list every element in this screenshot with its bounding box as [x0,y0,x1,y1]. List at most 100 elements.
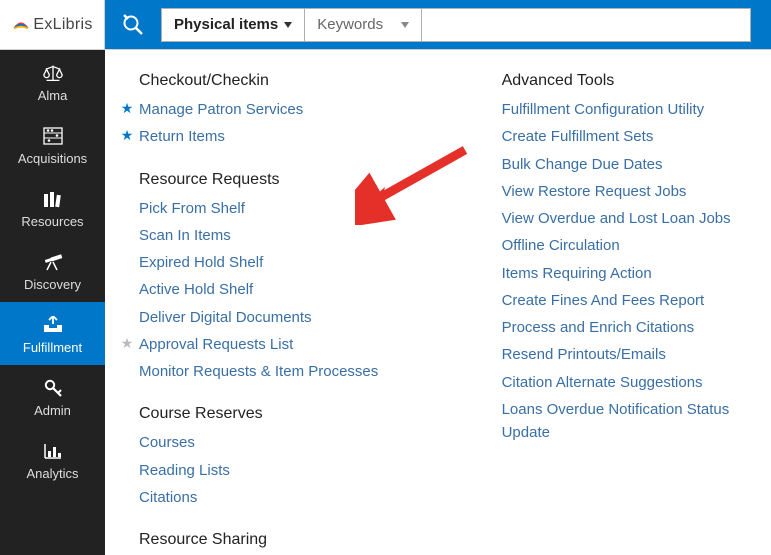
link-reading-lists[interactable]: Reading Lists [139,459,230,482]
list-item: Create Fines And Fees Report [502,287,747,314]
list-item: View Overdue and Lost Loan Jobs [502,205,747,232]
list-item: Create Fulfillment Sets [502,123,747,150]
link-pick-from-shelf[interactable]: Pick From Shelf [139,197,245,220]
list-item: Pick From Shelf [139,195,432,222]
caret-down-icon [284,22,292,28]
link-manage-patron-services[interactable]: Manage Patron Services [139,98,303,121]
main-area: Alma Acquisitions Resources Discovery Fu… [0,50,771,555]
requests-links: Pick From Shelf Scan In Items Expired Ho… [139,195,432,386]
search-toolbar: Physical items Keywords [105,0,771,49]
menu-column-right: Advanced Tools Fulfillment Configuration… [502,70,747,555]
link-create-fulfillment-sets[interactable]: Create Fulfillment Sets [502,125,654,148]
link-monitor-requests[interactable]: Monitor Requests & Item Processes [139,360,378,383]
list-item: Expired Hold Shelf [139,249,432,276]
nav-item-acquisitions[interactable]: Acquisitions [0,113,105,176]
persistent-search-button[interactable] [115,7,151,43]
search-query-input[interactable] [421,8,751,42]
link-loans-overdue-notification[interactable]: Loans Overdue Notification Status Update [502,398,747,445]
link-items-requiring-action[interactable]: Items Requiring Action [502,262,652,285]
link-citation-alternate-suggestions[interactable]: Citation Alternate Suggestions [502,371,703,394]
section-requests: Resource Requests [139,171,432,189]
search-icon [121,13,145,37]
abacus-icon [4,125,101,147]
list-item: Process and Enrich Citations [502,314,747,341]
nav-item-resources[interactable]: Resources [0,176,105,239]
list-item: Fulfillment Configuration Utility [502,96,747,123]
link-return-items[interactable]: Return Items [139,125,225,148]
caret-down-icon [401,22,409,28]
nav-item-fulfillment[interactable]: Fulfillment [0,302,105,365]
scale-icon [4,62,101,84]
nav-label: Admin [4,403,101,418]
nav-label: Fulfillment [4,340,101,355]
link-courses[interactable]: Courses [139,431,195,454]
link-active-hold-shelf[interactable]: Active Hold Shelf [139,278,253,301]
search-type-select[interactable]: Keywords [304,8,421,42]
exlibris-icon [11,15,31,35]
link-expired-hold-shelf[interactable]: Expired Hold Shelf [139,251,263,274]
list-item: Loans Overdue Notification Status Update [502,396,747,447]
nav-item-alma[interactable]: Alma [0,50,105,113]
brand-logo[interactable]: ExLibris [11,15,92,35]
link-citations[interactable]: Citations [139,486,197,509]
nav-label: Discovery [4,277,101,292]
mega-menu: Checkout/Checkin ★Manage Patron Services… [105,50,771,555]
brand-name: ExLibris [33,16,92,34]
nav-item-discovery[interactable]: Discovery [0,239,105,302]
list-item: Citations [139,484,432,511]
search-scope-select[interactable]: Physical items [161,8,304,42]
list-item: Offline Circulation [502,232,747,259]
nav-label: Acquisitions [4,151,101,166]
star-hollow-icon[interactable]: ★ [119,333,135,355]
list-item: Monitor Requests & Item Processes [139,358,432,385]
link-bulk-change-due-dates[interactable]: Bulk Change Due Dates [502,153,663,176]
list-item: Deliver Digital Documents [139,304,432,331]
section-sharing: Resource Sharing [139,531,432,549]
list-item: Courses [139,429,432,456]
top-bar: ExLibris Physical items Keywords [0,0,771,50]
chart-icon [4,440,101,462]
checkout-links: ★Manage Patron Services ★Return Items [139,96,432,151]
key-icon [4,377,101,399]
link-scan-in-items[interactable]: Scan In Items [139,224,231,247]
list-item: Items Requiring Action [502,260,747,287]
link-approval-requests-list[interactable]: Approval Requests List [139,333,293,356]
outbox-icon [4,314,101,336]
star-filled-icon[interactable]: ★ [119,98,135,120]
nav-item-analytics[interactable]: Analytics [0,428,105,491]
link-offline-circulation[interactable]: Offline Circulation [502,234,620,257]
star-filled-icon[interactable]: ★ [119,125,135,147]
link-process-enrich-citations[interactable]: Process and Enrich Citations [502,316,695,339]
list-item: Reading Lists [139,457,432,484]
nav-label: Resources [4,214,101,229]
books-icon [4,188,101,210]
list-item: Resend Printouts/Emails [502,341,747,368]
list-item: ★Manage Patron Services [139,96,432,123]
link-deliver-digital-documents[interactable]: Deliver Digital Documents [139,306,312,329]
telescope-icon [4,251,101,273]
link-view-overdue-lost-loan-jobs[interactable]: View Overdue and Lost Loan Jobs [502,207,731,230]
section-tools: Advanced Tools [502,72,747,90]
section-courses: Course Reserves [139,405,432,423]
list-item: View Restore Request Jobs [502,178,747,205]
tools-links: Fulfillment Configuration Utility Create… [502,96,747,446]
link-fulfillment-config[interactable]: Fulfillment Configuration Utility [502,98,705,121]
search-scope-label: Physical items [174,16,278,33]
list-item: Bulk Change Due Dates [502,151,747,178]
list-item: Citation Alternate Suggestions [502,369,747,396]
menu-column-left: Checkout/Checkin ★Manage Patron Services… [139,70,432,555]
courses-links: Courses Reading Lists Citations [139,429,432,511]
logo-area: ExLibris [0,0,105,49]
list-item: Scan In Items [139,222,432,249]
list-item: ★Approval Requests List [139,331,432,358]
nav-item-admin[interactable]: Admin [0,365,105,428]
search-type-label: Keywords [317,16,383,33]
section-checkout: Checkout/Checkin [139,72,432,90]
search-selector-group: Physical items Keywords [161,8,751,42]
side-nav: Alma Acquisitions Resources Discovery Fu… [0,50,105,555]
link-resend-printouts-emails[interactable]: Resend Printouts/Emails [502,343,666,366]
link-create-fines-fees-report[interactable]: Create Fines And Fees Report [502,289,705,312]
list-item: ★Return Items [139,123,432,150]
list-item: Active Hold Shelf [139,276,432,303]
link-view-restore-request-jobs[interactable]: View Restore Request Jobs [502,180,687,203]
